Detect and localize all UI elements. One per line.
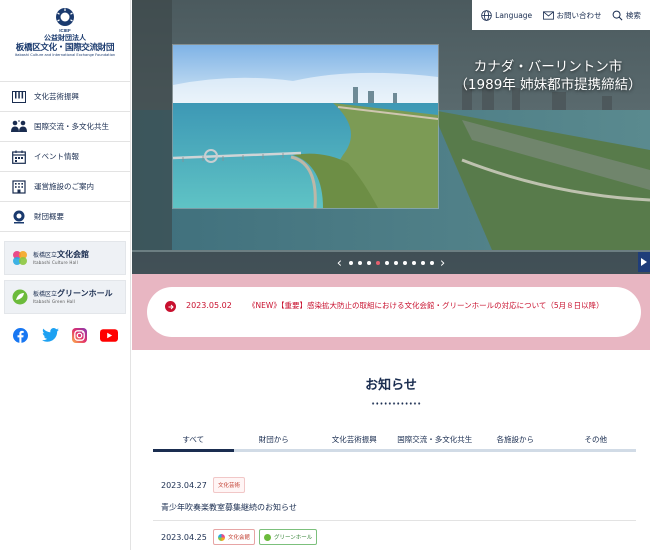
language-button[interactable]: Language xyxy=(481,9,533,21)
culture-hall-mini-icon xyxy=(218,533,225,541)
green-hall-logo-icon xyxy=(12,289,28,305)
tab-facilities[interactable]: 各施設から xyxy=(475,431,556,449)
contact-label: お問い合わせ xyxy=(556,10,602,20)
sidebar: ICIEF 公益財団法人 板橋区文化・国際交流財団 Itabashi Cultu… xyxy=(0,0,131,550)
important-notice-link[interactable]: 2023.05.02 《NEW》【重要】感染拡大防止の取組における文化会館・グリ… xyxy=(147,287,641,337)
news-item: 2023.04.27 文化芸術 青少年吹奏楽教室募集継続のお知らせ xyxy=(161,477,636,513)
carousel-dot[interactable] xyxy=(402,261,407,265)
hero-featured-photo xyxy=(173,45,438,208)
utility-bar: Language お問い合わせ 検索 xyxy=(472,0,650,30)
carousel-dot[interactable] xyxy=(420,261,425,265)
hero-caption-line2: （1989年 姉妹都市提携締結） xyxy=(454,77,642,94)
social-links xyxy=(0,314,130,344)
language-label: Language xyxy=(495,10,533,20)
site-logo[interactable]: ICIEF 公益財団法人 板橋区文化・国際交流財団 Itabashi Cultu… xyxy=(0,0,130,82)
carousel-dot[interactable] xyxy=(393,261,398,265)
news-date: 2023.04.25 xyxy=(161,532,207,542)
sidebar-item-events[interactable]: イベント情報 xyxy=(0,142,130,172)
globe-icon xyxy=(481,9,492,21)
calendar-icon xyxy=(10,148,28,166)
tag-label: 文化会館 xyxy=(228,535,251,541)
title-decoration xyxy=(371,402,421,405)
tag-label: グリーンホール xyxy=(274,535,313,541)
arrow-right-icon xyxy=(165,301,176,312)
news-tabs: すべて 財団から 文化芸術振興 国際交流・多文化共生 各施設から その他 xyxy=(153,431,636,452)
foundation-emblem-icon xyxy=(10,208,28,226)
carousel-dot[interactable] xyxy=(411,261,416,265)
contact-button[interactable]: お問い合わせ xyxy=(542,10,602,21)
search-icon xyxy=(612,10,623,20)
important-notice-section: 2023.05.02 《NEW》【重要】感染拡大防止の取組における文化会館・グリ… xyxy=(132,274,650,350)
notice-date: 2023.05.02 xyxy=(186,301,232,310)
tab-international[interactable]: 国際交流・多文化共生 xyxy=(395,431,476,449)
carousel-dot[interactable] xyxy=(384,261,389,265)
hero-caption-line1: カナダ・バーリントン市 xyxy=(473,59,623,75)
category-tag[interactable]: 文化芸術 xyxy=(213,477,246,493)
sidebar-item-facilities[interactable]: 運営施設のご案内 xyxy=(0,172,130,202)
org-name-en: Itabashi Culture and International Excha… xyxy=(14,52,116,57)
news-item: 2023.04.25 文化会館 グリーンホール xyxy=(161,529,636,545)
hero-caption: カナダ・バーリントン市 （1989年 姉妹都市提携締結） xyxy=(448,58,648,94)
facebook-icon[interactable] xyxy=(12,326,30,344)
tab-foundation[interactable]: 財団から xyxy=(234,431,315,449)
carousel-dot[interactable] xyxy=(357,261,362,265)
carousel-controls: ‹ › xyxy=(132,252,650,274)
notice-text: 《NEW》【重要】感染拡大防止の取組における文化会館・グリーンホールの対応につい… xyxy=(248,301,604,310)
people-exchange-icon xyxy=(10,118,28,136)
sidebar-item-international[interactable]: 国際交流・多文化共生 xyxy=(0,112,130,142)
tab-culture-arts[interactable]: 文化芸術振興 xyxy=(314,431,395,449)
sidebar-item-label: 国際交流・多文化共生 xyxy=(34,122,109,131)
carousel-dot[interactable] xyxy=(429,261,434,265)
venue-link-culture-hall[interactable]: 板橋区立文化会館 Itabashi Culture Hall xyxy=(4,241,126,275)
sidebar-item-about[interactable]: 財団概要 xyxy=(0,202,130,232)
carousel-next-button[interactable]: › xyxy=(440,257,445,270)
carousel-dot[interactable] xyxy=(375,261,380,265)
venue-prefix: 板橋区立 xyxy=(33,291,58,298)
culture-hall-logo-icon xyxy=(13,251,27,265)
news-date: 2023.04.27 xyxy=(161,480,207,490)
youtube-icon[interactable] xyxy=(100,326,119,344)
tab-other[interactable]: その他 xyxy=(556,431,637,449)
hero-carousel: カナダ・バーリントン市 （1989年 姉妹都市提携締結） ‹ › xyxy=(132,0,650,274)
venue-name-en: Itabashi Culture Hall xyxy=(33,260,78,265)
news-title: お知らせ xyxy=(365,378,417,393)
sidebar-item-label: 運営施設のご案内 xyxy=(34,182,94,191)
carousel-prev-button[interactable]: ‹ xyxy=(337,257,342,270)
instagram-icon[interactable] xyxy=(71,326,89,344)
category-tag[interactable]: 文化会館 xyxy=(213,529,256,545)
twitter-icon[interactable] xyxy=(41,326,59,344)
page: ICIEF 公益財団法人 板橋区文化・国際交流財団 Itabashi Cultu… xyxy=(0,0,650,550)
news-divider xyxy=(153,520,636,521)
foundation-emblem-logo: ICIEF xyxy=(56,8,74,33)
search-label: 検索 xyxy=(625,10,641,20)
building-icon xyxy=(10,178,28,196)
venue-name: グリーンホール xyxy=(57,289,113,298)
side-panel-toggle[interactable] xyxy=(638,252,650,272)
org-name: 板橋区文化・国際交流財団 xyxy=(15,42,115,53)
org-type: 公益財団法人 xyxy=(44,34,86,42)
emblem-text: ICIEF xyxy=(59,28,71,33)
tab-all[interactable]: すべて xyxy=(153,431,234,452)
venue-prefix: 板橋区立 xyxy=(33,252,58,259)
sidebar-item-label: イベント情報 xyxy=(34,152,79,161)
carousel-dot[interactable] xyxy=(366,261,371,265)
carousel-dot[interactable] xyxy=(348,261,353,265)
news-section: お知らせ すべて 財団から 文化芸術振興 国際交流・多文化共生 各施設から その… xyxy=(132,350,650,550)
venue-name-en: Itabashi Green Hall xyxy=(33,299,76,304)
search-button[interactable]: 検索 xyxy=(612,10,641,21)
news-headline-link[interactable]: 青少年吹奏楽教室募集継続のお知らせ xyxy=(161,502,636,513)
mail-icon xyxy=(542,10,554,20)
category-tag[interactable]: グリーンホール xyxy=(259,529,318,545)
green-hall-mini-icon xyxy=(264,533,272,541)
sidebar-item-culture-arts[interactable]: 文化芸術振興 xyxy=(0,82,130,112)
sidebar-item-label: 文化芸術振興 xyxy=(34,92,79,101)
venue-link-green-hall[interactable]: 板橋区立グリーンホール Itabashi Green Hall xyxy=(4,280,126,314)
venue-name: 文化会館 xyxy=(57,250,90,259)
piano-keys-icon xyxy=(10,88,28,106)
triangle-right-icon xyxy=(641,258,647,266)
sidebar-item-label: 財団概要 xyxy=(34,212,64,221)
